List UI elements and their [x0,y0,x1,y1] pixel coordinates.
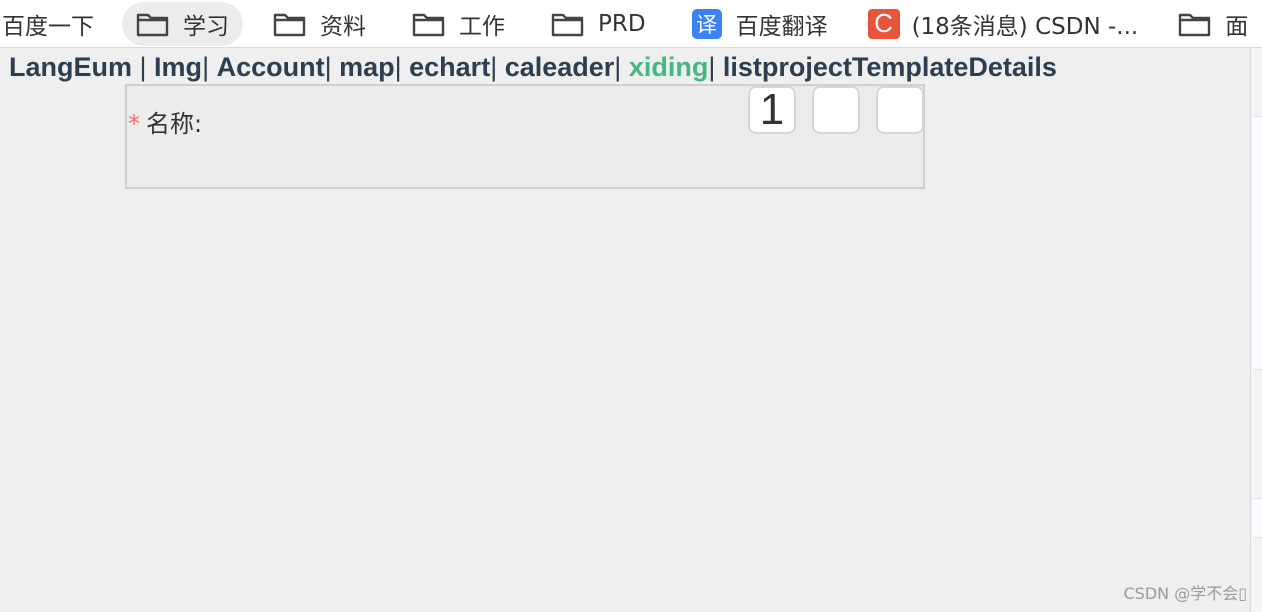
bookmark-folder-study[interactable]: 学习 [122,1,243,46]
folder-icon [412,11,445,37]
nav-link-caleader[interactable]: caleader [505,52,615,82]
form-panel: * 名称: [125,84,925,189]
name-label-text: 名称: [146,110,203,138]
bookmark-label: 百度一下 [2,13,94,40]
bookmark-baidu[interactable]: 百度一下 [2,2,94,46]
nav-separator: | [708,52,723,82]
nav-separator: | [490,52,505,82]
bookmark-label: (18条消息) CSDN -... [911,13,1139,40]
side-panel-edge [1250,48,1262,612]
nav-link-map[interactable]: map [339,52,395,82]
nav-separator: | [324,52,340,82]
code-input-group [748,86,924,134]
nav-separator: | [132,52,155,82]
bookmark-label: PRD [598,10,646,37]
bookmark-label: 学习 [183,13,229,40]
folder-icon [551,11,584,37]
nav-link-listprojecttemplatedetails[interactable]: listprojectTemplateDetails [723,52,1057,82]
nav-separator: | [394,52,410,82]
bookmark-folder-prd[interactable]: PRD [551,2,646,46]
nav-separator: | [202,52,217,82]
nav-link-account[interactable]: Account [217,52,325,82]
code-input-3[interactable] [876,86,924,134]
bookmark-label: 面 [1225,13,1249,40]
watermark: CSDN @学不会▯ [1123,584,1247,603]
bookmark-folder-more[interactable]: 面 [1178,2,1248,46]
side-panel-segment [1253,116,1262,370]
code-input-2[interactable] [812,86,860,134]
folder-icon [273,11,306,37]
nav-link-langeum[interactable]: LangEum [9,52,132,82]
nav-link-xiding[interactable]: xiding [629,52,709,82]
bookmark-label: 工作 [459,13,505,40]
route-nav: LangEum | Img| Account| map| echart| cal… [9,52,1057,83]
nav-separator: | [614,52,629,82]
folder-icon [136,11,169,37]
bookmark-label: 百度翻译 [735,13,828,40]
bookmarks-bar: 百度一下 学习 资料 工作 PRD 译 百度翻译 C (18条消息) CSDN … [0,0,1262,48]
bookmark-folder-work[interactable]: 工作 [412,2,505,46]
nav-link-echart[interactable]: echart [409,52,490,82]
baidu-translate-icon: 译 [691,8,722,39]
side-panel-segment [1253,498,1262,538]
name-field-label: * 名称: [127,104,202,139]
required-asterisk: * [128,110,140,138]
folder-icon [1178,11,1211,37]
bookmark-label: 资料 [320,13,366,40]
bookmark-csdn[interactable]: C (18条消息) CSDN -... [867,2,1139,46]
bookmark-folder-materials[interactable]: 资料 [273,2,366,46]
nav-link-img[interactable]: Img [154,52,202,82]
code-input-1[interactable] [748,86,796,134]
bookmark-baidu-translate[interactable]: 译 百度翻译 [691,2,828,46]
csdn-icon: C [867,8,900,39]
